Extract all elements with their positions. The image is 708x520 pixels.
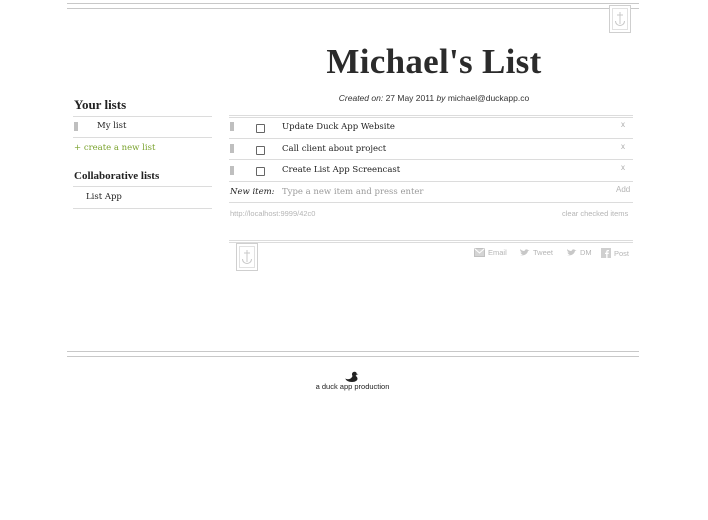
list-item[interactable]: Create List App Screencast [282, 165, 400, 175]
share-dm-label: DM [580, 248, 592, 257]
sidebar-item-my-list[interactable]: My list [97, 121, 126, 131]
list-item[interactable]: Update Duck App Website [282, 122, 395, 132]
new-item-input[interactable]: Type a new item and press enter [282, 187, 602, 197]
list-divider [229, 181, 633, 182]
created-date: 27 May 2011 [385, 93, 435, 103]
list-divider [229, 117, 633, 118]
item-checkbox[interactable] [256, 167, 265, 176]
add-item-button[interactable]: Add [616, 185, 630, 194]
list-item[interactable]: Call client about project [282, 144, 386, 154]
sidebar-divider [73, 137, 212, 138]
envelope-icon [474, 248, 485, 257]
created-label: Created on: [338, 93, 384, 103]
list-url[interactable]: http://localhost:9999/42c0 [230, 209, 315, 218]
item-checkbox[interactable] [256, 124, 265, 133]
anchor-icon [236, 243, 258, 271]
share-email-button[interactable]: Email [474, 248, 507, 257]
list-divider [229, 240, 633, 241]
footer-text: a duck app production [315, 382, 390, 391]
drag-handle-icon[interactable] [230, 144, 234, 153]
share-post-button[interactable]: Post [601, 248, 629, 258]
facebook-icon [601, 248, 611, 258]
share-tweet-button[interactable]: Tweet [519, 248, 553, 257]
list-divider [229, 159, 633, 160]
list-divider [229, 115, 633, 116]
share-tweet-label: Tweet [533, 248, 554, 257]
page-divider [67, 351, 639, 357]
share-dm-button[interactable]: DM [566, 248, 592, 257]
list-meta: Created on: 27 May 2011 by michael@ducka… [229, 93, 639, 103]
list-divider [229, 242, 633, 243]
by-label: by [436, 93, 446, 103]
list-divider [229, 138, 633, 139]
anchor-icon [609, 5, 631, 33]
create-list-link[interactable]: + create a new list [74, 143, 155, 153]
drag-handle-icon[interactable] [230, 166, 234, 175]
remove-item-button[interactable]: x [621, 163, 625, 172]
sidebar-item-list-app[interactable]: List App [86, 192, 122, 202]
new-item-label: New item: [230, 187, 275, 197]
clear-checked-button[interactable]: clear checked items [562, 209, 628, 218]
sidebar-divider [73, 116, 212, 117]
top-divider [67, 3, 639, 9]
page-title: Michael's List [326, 42, 542, 81]
sidebar-divider [73, 208, 212, 209]
remove-item-button[interactable]: x [621, 120, 625, 129]
sidebar-divider [73, 186, 212, 187]
remove-item-button[interactable]: x [621, 142, 625, 151]
author-email: michael@duckapp.co [447, 93, 530, 103]
drag-handle-icon[interactable] [230, 122, 234, 131]
drag-handle-icon[interactable] [74, 122, 78, 131]
item-checkbox[interactable] [256, 146, 265, 155]
collab-lists-heading: Collaborative lists [74, 170, 160, 182]
share-post-label: Post [614, 248, 630, 258]
list-divider [229, 202, 633, 203]
share-email-label: Email [488, 248, 507, 257]
bird-icon [567, 249, 577, 256]
bird-icon [520, 249, 530, 256]
your-lists-heading: Your lists [74, 97, 127, 112]
